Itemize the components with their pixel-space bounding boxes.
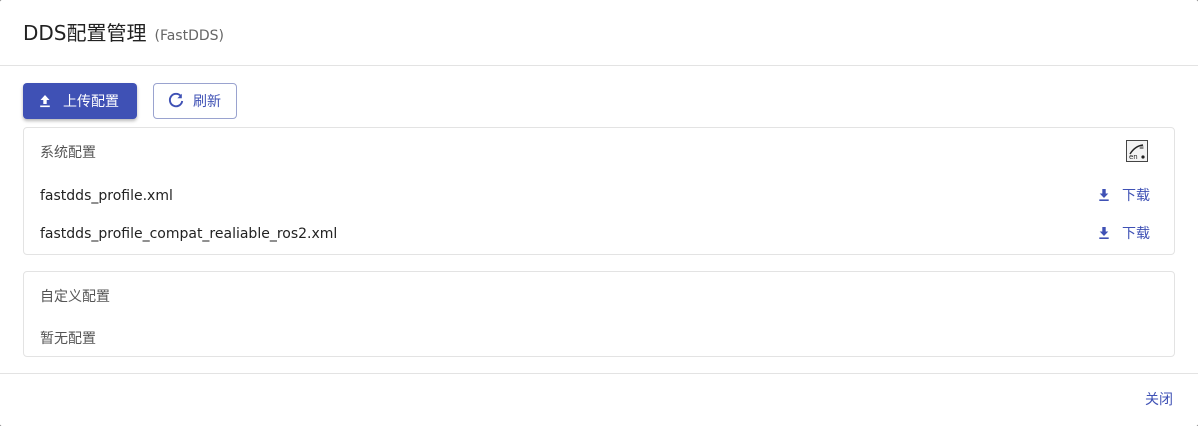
system-config-title: 系统配置 <box>40 145 96 161</box>
dialog-footer: 关闭 <box>0 373 1198 426</box>
list-item: fastdds_profile.xml 下载 <box>40 185 1150 207</box>
dds-config-dialog: DDS配置管理 (FastDDS) 上传配置 刷新 系统配置 en ≡ fast… <box>0 0 1198 426</box>
upload-config-label: 上传配置 <box>63 94 119 110</box>
file-name: fastdds_profile_compat_realiable_ros2.xm… <box>40 226 338 242</box>
empty-state-text: 暂无配置 <box>40 331 96 347</box>
system-config-panel: 系统配置 en ≡ fastdds_profile.xml 下载 fastdds… <box>23 127 1175 255</box>
close-button[interactable]: 关闭 <box>1145 391 1173 409</box>
refresh-button[interactable]: 刷新 <box>153 83 237 119</box>
download-icon <box>1096 225 1112 241</box>
ime-indicator-text: en <box>1129 153 1138 161</box>
custom-config-title: 自定义配置 <box>40 289 110 305</box>
svg-text:≡: ≡ <box>1139 144 1144 151</box>
refresh-icon <box>167 92 185 110</box>
download-button[interactable]: 下载 <box>1096 185 1150 205</box>
ime-switch-icon[interactable]: en ≡ <box>1126 140 1148 162</box>
dialog-title: DDS配置管理 (FastDDS) <box>23 20 224 49</box>
dialog-title-text: DDS配置管理 <box>23 21 147 45</box>
upload-icon <box>37 93 53 109</box>
download-icon <box>1096 187 1112 203</box>
dialog-header: DDS配置管理 (FastDDS) <box>0 0 1198 66</box>
list-item: fastdds_profile_compat_realiable_ros2.xm… <box>40 223 1150 245</box>
refresh-label: 刷新 <box>193 94 221 110</box>
download-button[interactable]: 下载 <box>1096 223 1150 243</box>
dialog-subtitle: (FastDDS) <box>154 28 225 44</box>
file-name: fastdds_profile.xml <box>40 188 173 204</box>
download-label: 下载 <box>1122 188 1150 204</box>
custom-config-panel: 自定义配置 暂无配置 <box>23 271 1175 357</box>
upload-config-button[interactable]: 上传配置 <box>23 83 137 119</box>
download-label: 下载 <box>1122 226 1150 242</box>
